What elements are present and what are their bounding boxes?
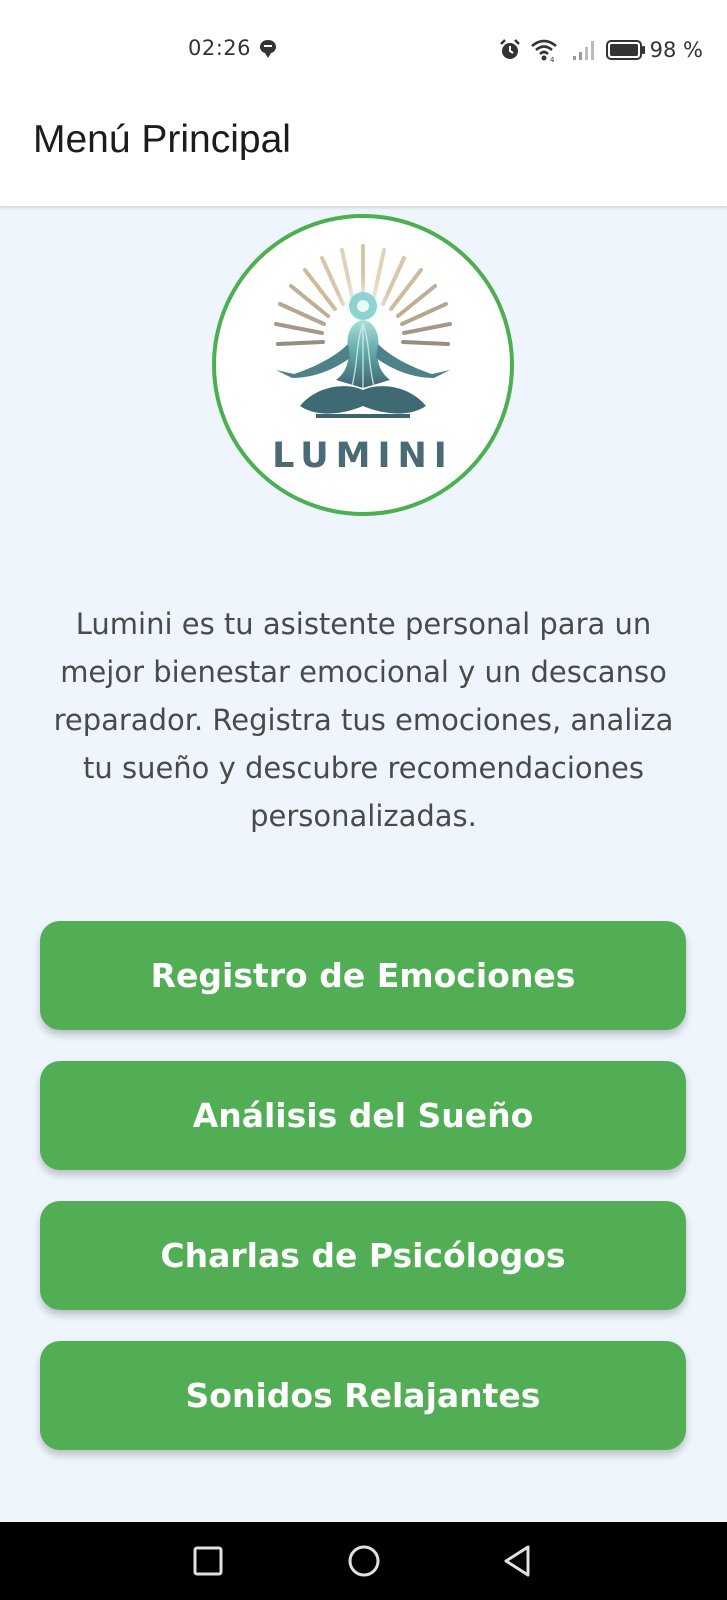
back-icon[interactable] <box>500 1543 536 1579</box>
status-icons: 4 98 % <box>498 36 703 64</box>
page-title: Menú Principal <box>33 118 291 161</box>
alarm-icon <box>499 39 520 59</box>
battery-percentage: 98 % <box>649 38 703 62</box>
relaxing-sounds-button[interactable]: Sonidos Relajantes <box>40 1341 686 1450</box>
wifi-icon: 4 <box>530 39 557 62</box>
battery-icon <box>605 40 645 60</box>
status-time: 02:26 <box>188 36 252 60</box>
app-bar: Menú Principal <box>0 100 727 206</box>
recents-icon[interactable] <box>190 1543 226 1579</box>
status-bar: 02:26 4 98 % <box>0 0 727 100</box>
svg-text:4: 4 <box>550 56 555 62</box>
logo-text: LUMINI <box>272 436 454 476</box>
app-description: Lumini es tu asistente personal para un … <box>53 607 674 833</box>
message-icon <box>260 40 276 58</box>
lumini-logo: LUMINI <box>212 214 514 516</box>
signal-icon <box>572 41 594 60</box>
home-icon[interactable] <box>346 1543 382 1579</box>
sleep-analysis-button[interactable]: Análisis del Sueño <box>40 1061 686 1170</box>
psychologist-talks-button[interactable]: Charlas de Psicólogos <box>40 1201 686 1310</box>
emotions-log-button[interactable]: Registro de Emociones <box>40 921 686 1030</box>
system-nav-bar <box>0 1522 727 1600</box>
